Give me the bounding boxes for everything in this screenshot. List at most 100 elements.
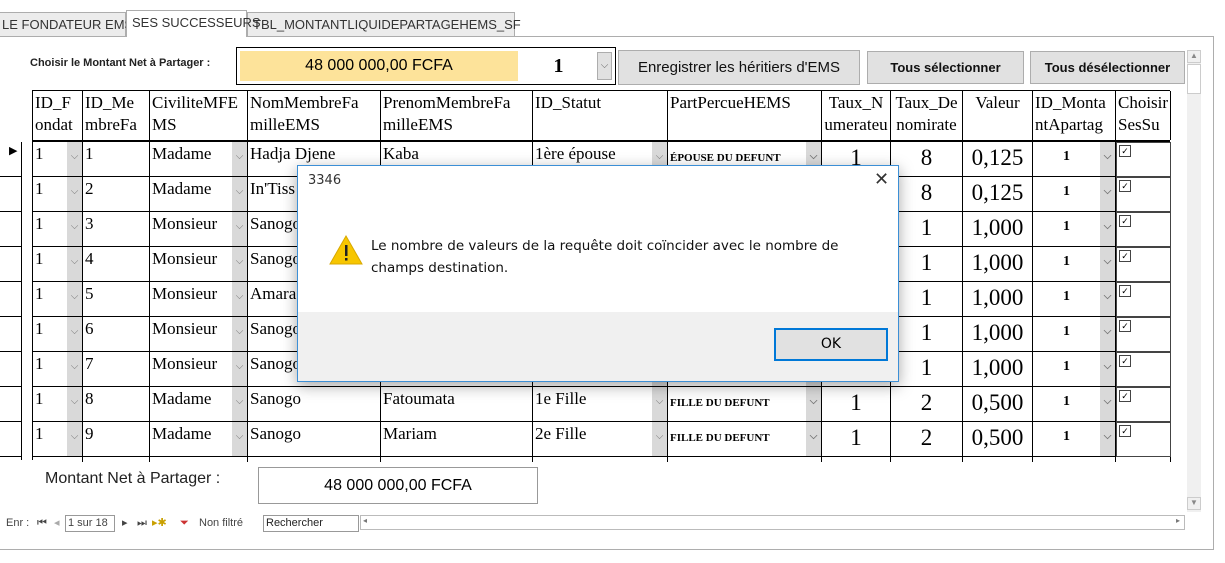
horizontal-scrollbar[interactable]: ◂ ▸ <box>360 515 1185 530</box>
header-prenom[interactable]: PrenomMembreFa milleEMS <box>381 91 533 140</box>
cell-choisir[interactable]: ✓ <box>1116 352 1171 387</box>
chevron-down-icon[interactable]: ⌵ <box>652 422 667 456</box>
cell-id-fondateur[interactable]: 1 ⌵ <box>33 317 83 352</box>
record-selector[interactable] <box>0 211 21 212</box>
cell-id-montant[interactable]: 1 ⌵ <box>1033 247 1116 282</box>
cell-id-statut[interactable]: 1e Fille ⌵ <box>533 387 668 422</box>
chevron-down-icon[interactable]: ⌵ <box>232 282 247 316</box>
chevron-down-icon[interactable]: ⌵ <box>232 352 247 386</box>
cell-id-fondateur[interactable]: 1 ⌵ <box>33 422 83 457</box>
cell-taux-denominateur[interactable]: 8 <box>891 177 963 212</box>
chevron-down-icon[interactable]: ⌵ <box>1100 422 1115 456</box>
chevron-down-icon[interactable]: ⌵ <box>232 177 247 211</box>
chevron-down-icon[interactable]: ⌵ <box>1100 142 1115 176</box>
chevron-down-icon[interactable]: ⌵ <box>232 387 247 421</box>
cell-id-membre[interactable]: 3 <box>83 212 150 247</box>
cell-taux-denominateur[interactable]: 1 <box>891 212 963 247</box>
cell-id-membre[interactable]: 2 <box>83 177 150 212</box>
prev-record-icon[interactable]: ◂ <box>54 514 60 532</box>
cell-id-montant[interactable]: 1 ⌵ <box>1033 212 1116 247</box>
scroll-up-icon[interactable]: ▲ <box>1187 50 1201 63</box>
header-id-membre[interactable]: ID_Me mbreFa <box>83 91 150 140</box>
cell-civilite[interactable]: Madame ⌵ <box>150 422 248 457</box>
cell-id-montant[interactable]: 1 ⌵ <box>1033 177 1116 212</box>
header-part-percue[interactable]: PartPercueHEMS <box>668 91 822 140</box>
cell-id-membre[interactable]: 6 <box>83 317 150 352</box>
last-record-icon[interactable]: ⏭ <box>137 514 147 532</box>
cell-part-percue[interactable]: FILLE DU DEFUNT ⌵ <box>668 422 822 457</box>
cell-civilite[interactable]: Monsieur ⌵ <box>150 247 248 282</box>
cell-choisir[interactable]: ✓ <box>1116 282 1171 317</box>
cell-nom[interactable]: Sanogo <box>248 422 381 457</box>
cell-taux-denominateur[interactable]: 2 <box>891 422 963 457</box>
chevron-down-icon[interactable]: ⌵ <box>67 247 82 281</box>
checkbox[interactable]: ✓ <box>1119 215 1131 227</box>
record-selector[interactable] <box>0 246 21 247</box>
header-choisir[interactable]: Choisir SesSu <box>1116 91 1171 140</box>
cell-valeur[interactable]: 1,000 <box>963 212 1033 247</box>
save-heirs-button[interactable]: Enregistrer les héritiers d'EMS <box>618 50 860 85</box>
cell-id-montant[interactable]: 1 ⌵ <box>1033 387 1116 422</box>
chevron-down-icon[interactable]: ⌵ <box>67 387 82 421</box>
chevron-down-icon[interactable]: ⌵ <box>67 317 82 351</box>
cell-choisir[interactable]: ✓ <box>1116 387 1171 422</box>
cell-id-montant[interactable]: 1 ⌵ <box>1033 352 1116 387</box>
cell-taux-numerateur[interactable]: 1 <box>822 387 891 422</box>
scroll-right-icon[interactable]: ▸ <box>1176 516 1180 525</box>
checkbox[interactable]: ✓ <box>1119 320 1131 332</box>
header-valeur[interactable]: Valeur <box>963 91 1033 140</box>
amount-combo[interactable]: 48 000 000,00 FCFA 1 ⌵ <box>236 47 616 85</box>
cell-choisir[interactable]: ✓ <box>1116 142 1171 177</box>
cell-id-fondateur[interactable]: 1 ⌵ <box>33 247 83 282</box>
cell-valeur[interactable]: 1,000 <box>963 352 1033 387</box>
cell-taux-denominateur[interactable]: 1 <box>891 352 963 387</box>
chevron-down-icon[interactable]: ⌵ <box>1100 247 1115 281</box>
cell-taux-denominateur[interactable]: 1 <box>891 282 963 317</box>
cell-taux-denominateur[interactable]: 1 <box>891 247 963 282</box>
header-id-montant[interactable]: ID_Monta ntApartag <box>1033 91 1116 140</box>
cell-choisir[interactable]: ✓ <box>1116 247 1171 282</box>
tab-montant-liquide[interactable]: TBL_MONTANTLIQUIDEPARTAGEHEMS_SF <box>247 12 521 36</box>
cell-choisir[interactable]: ✓ <box>1116 212 1171 247</box>
cell-nom[interactable]: Sanogo <box>248 387 381 422</box>
record-selector[interactable] <box>0 421 21 422</box>
cell-taux-denominateur[interactable]: 2 <box>891 387 963 422</box>
chevron-down-icon[interactable]: ⌵ <box>67 177 82 211</box>
cell-civilite[interactable]: Madame ⌵ <box>150 142 248 177</box>
header-taux-numerateur[interactable]: Taux_N umerateu <box>822 91 891 140</box>
tab-fondateur[interactable]: LE FONDATEUR EMS <box>0 12 133 36</box>
next-record-icon[interactable]: ▸ <box>122 514 128 532</box>
cell-valeur[interactable]: 0,500 <box>963 422 1033 457</box>
cell-valeur[interactable]: 0,500 <box>963 387 1033 422</box>
checkbox[interactable]: ✓ <box>1119 425 1131 437</box>
scroll-down-icon[interactable]: ▼ <box>1187 497 1201 510</box>
deselect-all-button[interactable]: Tous désélectionner <box>1030 51 1185 84</box>
cell-valeur[interactable]: 1,000 <box>963 317 1033 352</box>
cell-id-membre[interactable]: 8 <box>83 387 150 422</box>
cell-civilite[interactable]: Madame ⌵ <box>150 387 248 422</box>
cell-id-montant[interactable]: 1 ⌵ <box>1033 317 1116 352</box>
chevron-down-icon[interactable]: ⌵ <box>232 142 247 176</box>
cell-id-membre[interactable]: 4 <box>83 247 150 282</box>
chevron-down-icon[interactable]: ⌵ <box>67 352 82 386</box>
record-selector[interactable] <box>0 281 21 282</box>
search-input[interactable]: Rechercher <box>263 515 359 532</box>
new-record-icon[interactable]: ▸✱ <box>152 514 167 532</box>
chevron-down-icon[interactable]: ⌵ <box>232 212 247 246</box>
cell-choisir[interactable]: ✓ <box>1116 422 1171 457</box>
cell-taux-denominateur[interactable]: 8 <box>891 142 963 177</box>
cell-taux-denominateur[interactable]: 1 <box>891 317 963 352</box>
checkbox[interactable]: ✓ <box>1119 250 1131 262</box>
filter-status[interactable]: Non filtré <box>199 514 243 532</box>
chevron-down-icon[interactable]: ⌵ <box>1100 177 1115 211</box>
cell-choisir[interactable]: ✓ <box>1116 177 1171 212</box>
checkbox[interactable]: ✓ <box>1119 180 1131 192</box>
cell-prenom[interactable]: Fatoumata <box>381 387 533 422</box>
cell-id-montant[interactable]: 1 ⌵ <box>1033 282 1116 317</box>
chevron-down-icon[interactable]: ⌵ <box>232 247 247 281</box>
cell-civilite[interactable]: Monsieur ⌵ <box>150 317 248 352</box>
cell-id-fondateur[interactable]: 1 ⌵ <box>33 352 83 387</box>
cell-id-fondateur[interactable]: 1 ⌵ <box>33 282 83 317</box>
cell-id-fondateur[interactable]: 1 ⌵ <box>33 177 83 212</box>
checkbox[interactable]: ✓ <box>1119 145 1131 157</box>
